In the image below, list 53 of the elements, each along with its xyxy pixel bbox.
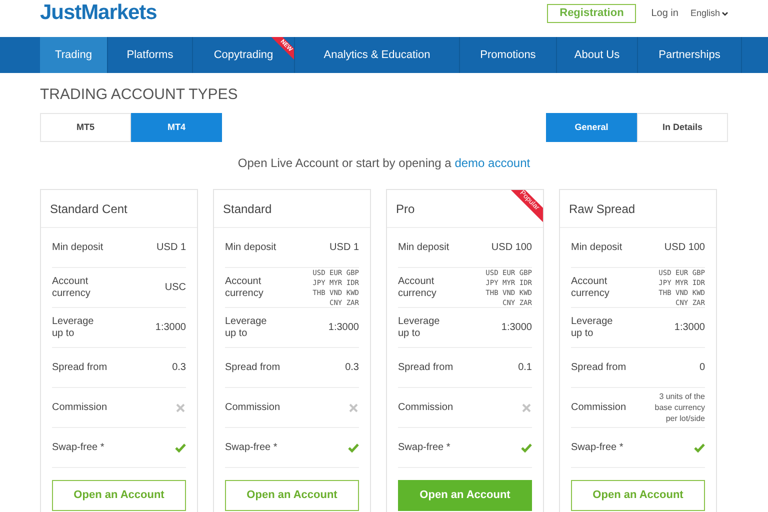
row-value: 1:3000 (501, 321, 532, 335)
row-value: USC (164, 281, 186, 295)
row-value: USD 1 (330, 241, 359, 255)
row-value: 0 (699, 361, 705, 375)
card-title: Standard (214, 190, 370, 228)
row-label: Min deposit (398, 242, 450, 254)
row-label: Min deposit (52, 242, 104, 254)
tab[interactable]: MT5 (40, 113, 131, 142)
row-label: Swap-free * (52, 442, 104, 454)
row-label: Leverage up to (52, 316, 95, 340)
tab[interactable]: In Details (637, 113, 728, 142)
logo[interactable]: JustMarkets (40, 0, 157, 28)
row-value: 0.3 (172, 361, 186, 375)
row-label: Spread from (571, 362, 626, 374)
row-label: Account currency (571, 276, 610, 300)
row-value: 1:3000 (674, 321, 705, 335)
row-label: Account currency (225, 276, 264, 300)
row-label: Spread from (225, 362, 280, 374)
row-value: USD 100 (664, 241, 705, 255)
row-value: 0.1 (518, 361, 532, 375)
row-label: Min deposit (571, 242, 622, 254)
tab[interactable]: General (546, 113, 637, 142)
language-select[interactable]: English (690, 6, 728, 20)
row-label: Commission (52, 402, 108, 414)
row-label: Min deposit (225, 242, 276, 254)
row-label: Account currency (398, 276, 438, 300)
row-label: Swap-free * (571, 442, 624, 454)
row-label: Commission (225, 402, 280, 414)
row-label: Spread from (52, 362, 108, 374)
page-title: TRADING ACCOUNT TYPES (40, 86, 239, 104)
row-value: USD 1 (156, 241, 186, 255)
row-value: USD 100 (491, 241, 532, 255)
row-value: 1:3000 (328, 321, 359, 335)
row-label: Commission (398, 402, 454, 414)
row-label: Commission (571, 402, 626, 414)
tab[interactable]: MT4 (131, 113, 222, 142)
card-title: Standard Cent (41, 190, 197, 228)
row-value: 1:3000 (155, 321, 186, 335)
row-label: Leverage up to (398, 316, 441, 340)
row-label: Swap-free * (225, 442, 278, 454)
row-label: Swap-free * (398, 442, 450, 454)
row-label: Leverage up to (225, 316, 268, 340)
row-value: 0.3 (345, 361, 359, 375)
demo-account-link[interactable]: demo account (454, 156, 530, 170)
login-link[interactable]: Log in (651, 6, 678, 21)
chevron-down-icon (722, 12, 728, 16)
commission-note: 3 units of the base currency per lot/side (654, 391, 705, 424)
intro-text: Open Live Account or start by opening a demo account (236, 155, 532, 172)
nav-tab[interactable]: Trading (40, 37, 108, 73)
row-label: Account currency (52, 276, 92, 300)
row-label: Spread from (398, 362, 454, 374)
card-title: Raw Spread (560, 190, 716, 228)
row-label: Leverage up to (571, 316, 614, 340)
